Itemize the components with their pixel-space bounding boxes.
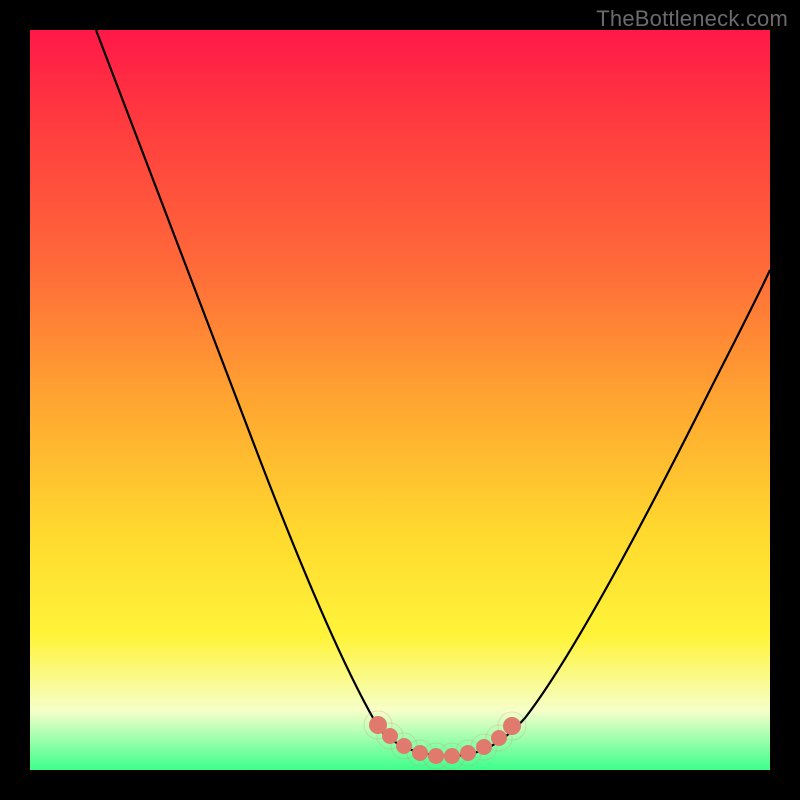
bottleneck-curve (96, 30, 770, 756)
watermark-text: TheBottleneck.com (596, 6, 788, 32)
chart-frame: TheBottleneck.com (0, 0, 800, 800)
optimal-region-markers (364, 711, 526, 769)
plot-area (30, 30, 770, 770)
bottleneck-curve-svg (30, 30, 770, 770)
